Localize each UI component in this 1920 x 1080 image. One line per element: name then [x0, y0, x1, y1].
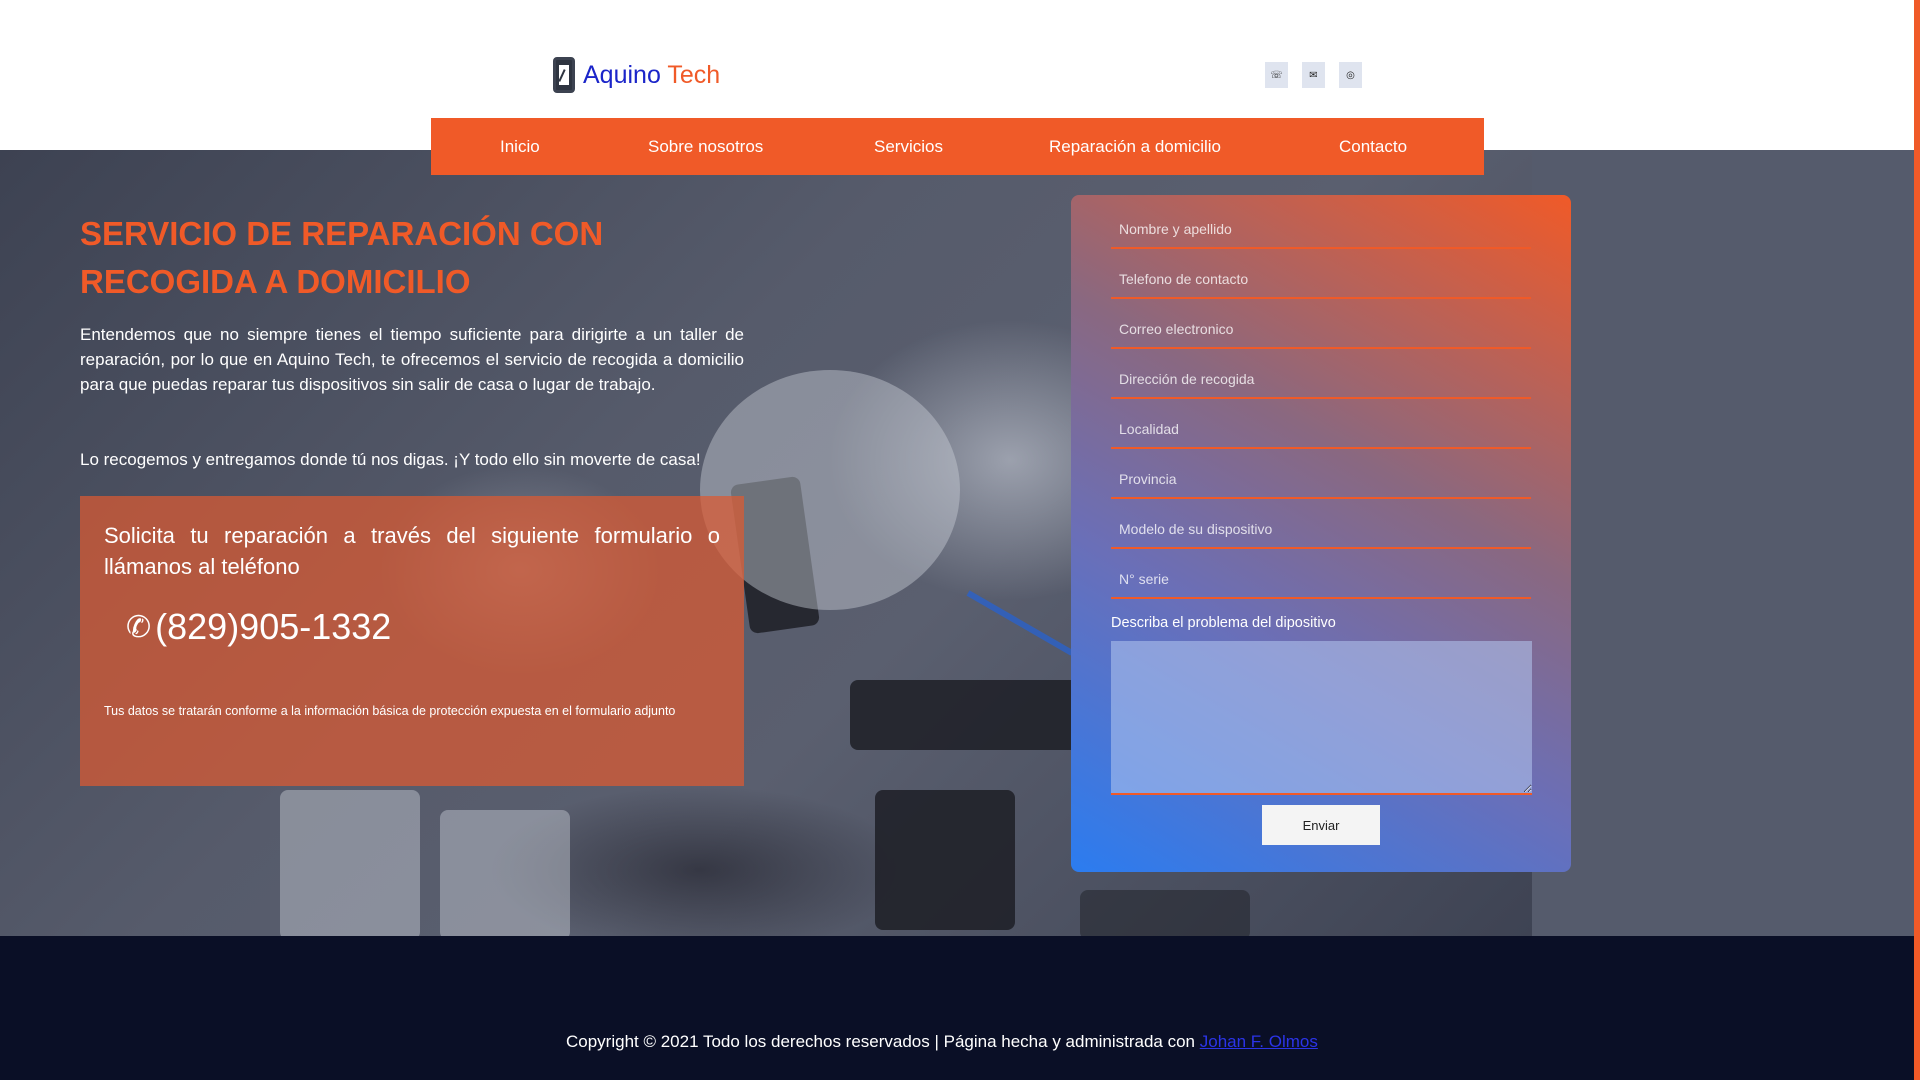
- locality-field[interactable]: [1111, 405, 1531, 447]
- nav-item-sobre-nosotros[interactable]: Sobre nosotros: [648, 118, 763, 175]
- email-field-wrapper: [1111, 305, 1531, 349]
- site-logo[interactable]: Aquino Tech: [553, 55, 720, 95]
- hero-section: SERVICIO DE REPARACIÓN CON RECOGIDA A DO…: [0, 150, 1914, 936]
- problem-description-textarea[interactable]: [1111, 641, 1532, 795]
- whatsapp-icon[interactable]: ☏: [1265, 62, 1288, 88]
- social-links: ☏ ✉ ◎: [1265, 62, 1362, 88]
- province-field[interactable]: [1111, 455, 1531, 497]
- cta-phone-number: (829)905-1332: [155, 606, 392, 647]
- cta-phone-link[interactable]: ✆ (829)905-1332: [126, 606, 391, 648]
- email-field[interactable]: [1111, 305, 1531, 347]
- copyright-text: Copyright © 2021 Todo los derechos reser…: [566, 1032, 1318, 1052]
- instagram-icon[interactable]: ◎: [1339, 62, 1362, 88]
- copyright-label: Copyright © 2021 Todo los derechos reser…: [566, 1032, 1200, 1051]
- brand-name-part1: Aquino: [583, 60, 661, 89]
- name-field-wrapper: [1111, 205, 1531, 249]
- cta-text: Solicita tu reparación a través del sigu…: [104, 523, 720, 579]
- device-model-field-wrapper: [1111, 505, 1531, 549]
- nav-item-servicios[interactable]: Servicios: [874, 118, 943, 175]
- submit-button[interactable]: Enviar: [1262, 805, 1380, 845]
- device-model-field[interactable]: [1111, 505, 1531, 547]
- nav-item-contacto[interactable]: Contacto: [1339, 118, 1407, 175]
- brand-name: Aquino Tech: [583, 61, 720, 90]
- serial-number-field-wrapper: [1111, 555, 1531, 599]
- locality-field-wrapper: [1111, 405, 1531, 449]
- address-field-wrapper: [1111, 355, 1531, 399]
- call-to-action-box: Solicita tu reparación a través del sigu…: [80, 496, 744, 786]
- page-edge-strip: [1914, 0, 1920, 1080]
- pickup-address-field[interactable]: [1111, 355, 1531, 397]
- site-footer: Copyright © 2021 Todo los derechos reser…: [0, 936, 1914, 1080]
- phone-icon: ✆: [126, 610, 152, 644]
- problem-description-label: Describa el problema del dipositivo: [1111, 615, 1336, 631]
- nav-item-reparacion-domicilio[interactable]: Reparación a domicilio: [1049, 118, 1221, 175]
- serial-number-field[interactable]: [1111, 555, 1531, 597]
- hero-title: SERVICIO DE REPARACIÓN CON RECOGIDA A DO…: [80, 215, 604, 300]
- phone-field[interactable]: [1111, 255, 1531, 297]
- privacy-note: Tus datos se tratarán conforme a la info…: [104, 704, 676, 718]
- phone-logo-icon: [553, 57, 575, 93]
- province-field-wrapper: [1111, 455, 1531, 499]
- main-nav: Inicio Sobre nosotros Servicios Reparaci…: [431, 118, 1484, 175]
- hero-description: Entendemos que no siempre tienes el tiem…: [80, 325, 744, 394]
- pickup-request-form: Describa el problema del dipositivo Envi…: [1071, 195, 1571, 872]
- author-link[interactable]: Johan F. Olmos: [1200, 1032, 1318, 1051]
- phone-field-wrapper: [1111, 255, 1531, 299]
- name-field[interactable]: [1111, 205, 1531, 247]
- hero-tagline: Lo recogemos y entregamos donde tú nos d…: [80, 450, 701, 469]
- mail-icon[interactable]: ✉: [1302, 62, 1325, 88]
- nav-item-inicio[interactable]: Inicio: [500, 118, 540, 175]
- brand-name-part2: Tech: [667, 60, 721, 89]
